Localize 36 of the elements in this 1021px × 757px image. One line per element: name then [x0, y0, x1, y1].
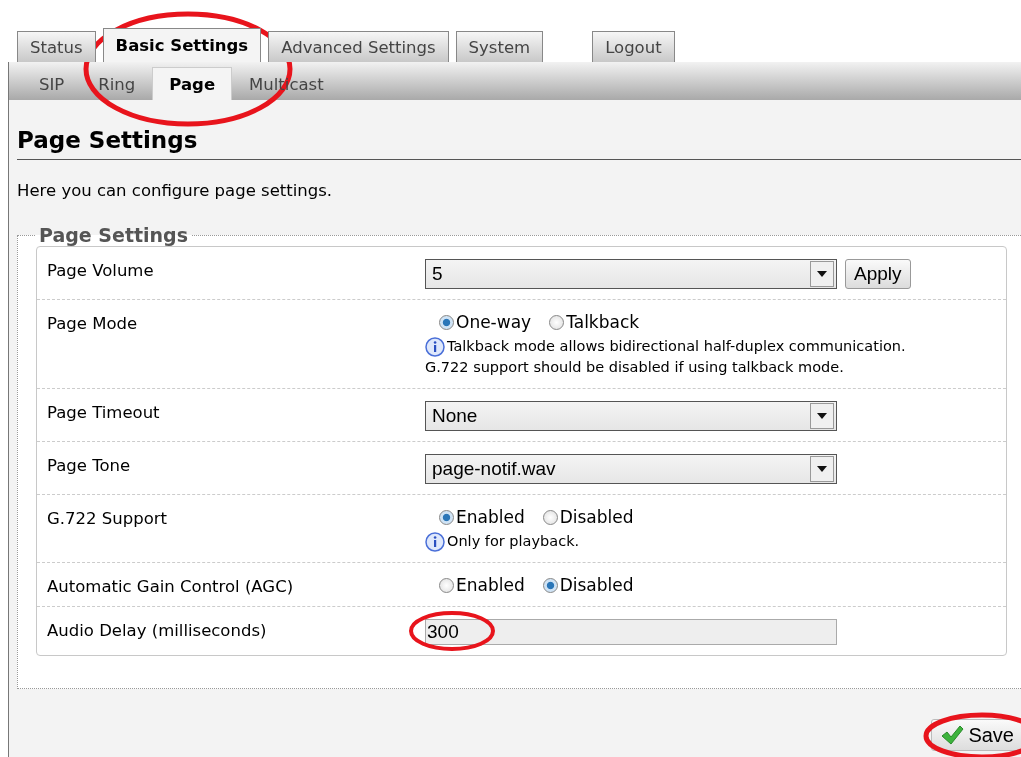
section-title: Page Settings: [38, 224, 190, 246]
subtab[interactable]: Ring: [81, 67, 153, 100]
tab[interactable]: System: [455, 31, 544, 62]
tab[interactable]: Basic Settings: [102, 28, 262, 62]
help-text: Only for playback.: [447, 532, 580, 551]
tab[interactable]: Advanced Settings: [268, 31, 449, 62]
help-text: G.722 support should be disabled if using talkback mode.: [425, 358, 844, 377]
info-icon: [425, 531, 445, 552]
save-button[interactable]: Save: [931, 719, 1021, 751]
input-field[interactable]: 300: [425, 619, 837, 645]
radio-option[interactable]: One-way: [439, 312, 532, 332]
checkmark-icon: [940, 725, 965, 745]
setting-label: Page Tone: [47, 455, 132, 477]
info-icon: [425, 336, 445, 357]
apply-button[interactable]: Apply: [845, 259, 911, 289]
radio-option[interactable]: Disabled: [542, 507, 634, 527]
help-text: Talkback mode allows bidirectional half-duplex communication.: [447, 337, 906, 356]
radio-option[interactable]: Enabled: [439, 507, 525, 527]
subtab[interactable]: Page: [152, 67, 233, 100]
dropdown[interactable]: page-notif.wav: [425, 454, 837, 484]
radio-option[interactable]: Enabled: [439, 575, 525, 595]
radio-option[interactable]: Disabled: [542, 575, 634, 595]
dropdown[interactable]: None: [425, 401, 837, 431]
setting-label: Page Volume: [47, 260, 155, 282]
setting-label: Page Timeout: [47, 402, 161, 424]
tab[interactable]: Status: [17, 31, 96, 62]
logout-tab[interactable]: Logout: [592, 31, 675, 62]
setting-label: Automatic Gain Control (AGC): [47, 576, 295, 596]
setting-label: Audio Delay (milliseconds): [47, 620, 268, 642]
setting-label: Page Mode: [47, 313, 139, 335]
description: Here you can configure page settings.: [17, 181, 334, 200]
setting-label: G.722 Support: [47, 508, 168, 530]
dropdown[interactable]: 5: [425, 259, 837, 289]
page-title: Page Settings: [17, 127, 1021, 160]
radio-option[interactable]: Talkback: [549, 312, 640, 332]
subtab[interactable]: SIP: [22, 67, 82, 100]
